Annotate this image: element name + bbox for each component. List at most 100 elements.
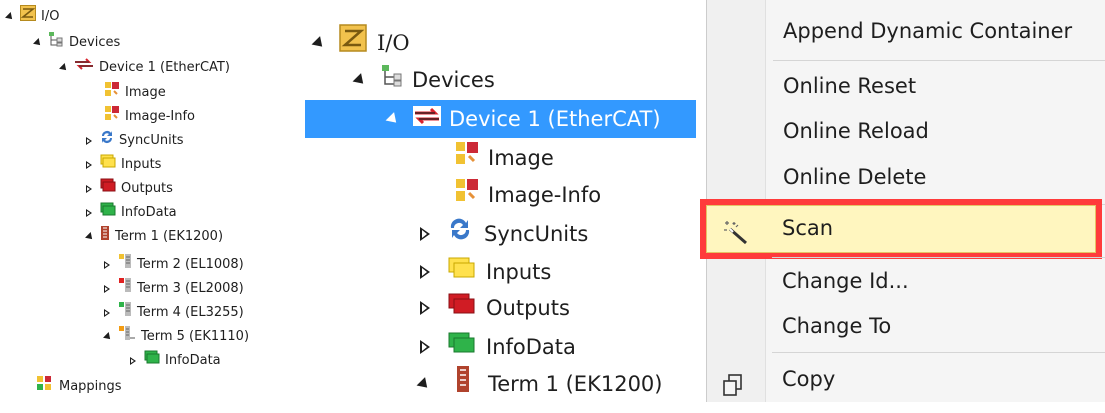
small-tree-item-device1[interactable]: Device 1 (EtherCAT) [59, 57, 230, 79]
expanded-arrow-icon[interactable] [85, 232, 95, 242]
small-tree-item-term3[interactable]: Term 3 (EL2008) [104, 278, 244, 300]
collapsed-arrow-icon[interactable] [420, 265, 430, 279]
zoomed-tree-label: SyncUnits [484, 222, 589, 246]
zoomed-tree-item-io[interactable]: I/O [311, 23, 410, 63]
zoomed-tree-item-device1[interactable]: Device 1 (EtherCAT) [305, 100, 696, 138]
inputs-icon [448, 254, 476, 290]
infodata-icon [144, 350, 160, 372]
small-tree-item-inputs[interactable]: Inputs [86, 154, 161, 176]
small-tree-label: Term 3 (EL2008) [137, 281, 244, 296]
small-tree-item-term2[interactable]: Term 2 (EL1008) [104, 254, 244, 276]
menu-item-label: Online Delete [783, 165, 927, 189]
ethercat-device-icon [413, 101, 441, 137]
annotation-highlight-frame [700, 199, 1102, 259]
collapsed-arrow-icon[interactable] [86, 185, 92, 193]
menu-item-label: Copy [782, 367, 836, 391]
zoomed-tree-label: InfoData [486, 335, 576, 359]
menu-item-change-to[interactable]: Change To [706, 303, 1105, 349]
collapsed-arrow-icon[interactable] [86, 209, 92, 217]
small-tree-item-devices[interactable]: Devices [33, 32, 121, 54]
zoomed-tree-label: Term 1 (EK1200) [488, 372, 663, 396]
image-info-icon [104, 105, 120, 129]
small-tree-item-term5-infodata[interactable]: InfoData [130, 350, 221, 372]
copy-icon [722, 367, 744, 413]
small-tree-label: Image [125, 85, 166, 100]
expanded-arrow-icon[interactable] [5, 12, 15, 22]
terminal-icon [118, 253, 132, 277]
infodata-icon [448, 329, 476, 365]
menu-item-label: Append Dynamic Container [783, 19, 1073, 43]
terminal-icon [100, 225, 110, 249]
menu-item-copy[interactable]: Copy [706, 356, 1105, 402]
image-icon [454, 140, 480, 177]
collapsed-arrow-icon[interactable] [86, 161, 92, 169]
menu-item-label: Online Reload [783, 119, 929, 143]
collapsed-arrow-icon[interactable] [420, 301, 430, 315]
io-folder-icon [339, 23, 367, 63]
menu-item-change-id[interactable]: Change Id... [706, 258, 1105, 304]
small-tree-label: Outputs [121, 181, 173, 196]
expanded-arrow-icon[interactable] [311, 35, 327, 51]
small-tree-label: I/O [41, 9, 60, 24]
image-icon [104, 81, 120, 105]
expanded-arrow-icon[interactable] [385, 111, 401, 127]
small-tree-item-image[interactable]: Image [104, 82, 166, 104]
menu-item-online-reset[interactable]: Online Reset [707, 63, 1105, 109]
expanded-arrow-icon[interactable] [416, 376, 432, 392]
small-tree-item-image-info[interactable]: Image-Info [104, 106, 195, 128]
terminal-icon [456, 365, 470, 404]
zoomed-tree-item-image[interactable]: Image [454, 140, 554, 176]
inputs-icon [100, 154, 116, 176]
small-tree-label: Devices [69, 35, 121, 50]
menu-item-online-reload[interactable]: Online Reload [707, 108, 1105, 154]
mappings-icon [36, 375, 54, 399]
zoomed-tree-label: Devices [412, 68, 495, 92]
menu-item-append-dynamic-container[interactable]: Append Dynamic Container [707, 8, 1105, 54]
expanded-arrow-icon[interactable] [33, 38, 43, 48]
terminal-icon [118, 325, 136, 349]
small-tree-item-outputs[interactable]: Outputs [86, 178, 173, 200]
zoomed-tree-item-term1[interactable]: Term 1 (EK1200) [416, 365, 663, 404]
small-tree-label: Mappings [59, 379, 122, 394]
collapsed-arrow-icon[interactable] [420, 340, 430, 354]
small-tree-label: Inputs [121, 157, 162, 172]
collapsed-arrow-icon[interactable] [104, 261, 110, 269]
expanded-arrow-icon[interactable] [59, 63, 69, 73]
small-tree-item-term4[interactable]: Term 4 (EL3255) [104, 302, 244, 324]
expanded-arrow-icon[interactable] [103, 332, 113, 342]
small-tree-label: Device 1 (EtherCAT) [99, 60, 230, 75]
small-tree-label: SyncUnits [119, 133, 184, 148]
infodata-icon [100, 202, 116, 224]
small-tree-item-term1[interactable]: Term 1 (EK1200) [85, 225, 223, 249]
small-tree-label: Term 4 (EL3255) [137, 305, 244, 320]
zoomed-tree-item-inputs[interactable]: Inputs [420, 254, 551, 290]
small-tree-item-term5[interactable]: Term 5 (EK1110) [103, 325, 250, 349]
small-tree-label: Term 5 (EK1110) [141, 329, 250, 344]
collapsed-arrow-icon[interactable] [104, 309, 110, 317]
small-tree-item-syncunits[interactable]: SyncUnits [86, 130, 184, 152]
zoomed-tree-label: Image [488, 146, 554, 170]
collapsed-arrow-icon[interactable] [86, 137, 92, 145]
zoomed-tree-item-outputs[interactable]: Outputs [420, 290, 570, 326]
terminal-icon [118, 277, 132, 301]
devices-icon [380, 62, 404, 98]
small-tree-label: InfoData [165, 353, 221, 368]
collapsed-arrow-icon[interactable] [130, 357, 136, 365]
zoomed-tree-item-devices[interactable]: Devices [352, 62, 495, 98]
syncunits-icon [100, 129, 114, 153]
zoomed-tree-item-syncunits[interactable]: SyncUnits [420, 216, 588, 252]
zoomed-tree-label: Device 1 (EtherCAT) [449, 107, 661, 131]
zoomed-tree-label: Image-Info [488, 183, 602, 207]
expanded-arrow-icon[interactable] [352, 72, 368, 88]
zoomed-tree-item-image-info[interactable]: Image-Info [454, 177, 601, 213]
small-tree-item-mappings[interactable]: Mappings [36, 376, 122, 398]
small-tree-item-infodata[interactable]: InfoData [86, 202, 177, 224]
small-tree-item-io[interactable]: I/O [5, 5, 60, 28]
menu-item-online-delete[interactable]: Online Delete [707, 154, 1105, 200]
small-tree-label: Term 2 (EL1008) [137, 257, 244, 272]
small-tree-label: InfoData [121, 205, 177, 220]
collapsed-arrow-icon[interactable] [104, 285, 110, 293]
terminal-icon [118, 301, 132, 325]
zoomed-tree-item-infodata[interactable]: InfoData [420, 329, 576, 365]
collapsed-arrow-icon[interactable] [420, 227, 430, 241]
